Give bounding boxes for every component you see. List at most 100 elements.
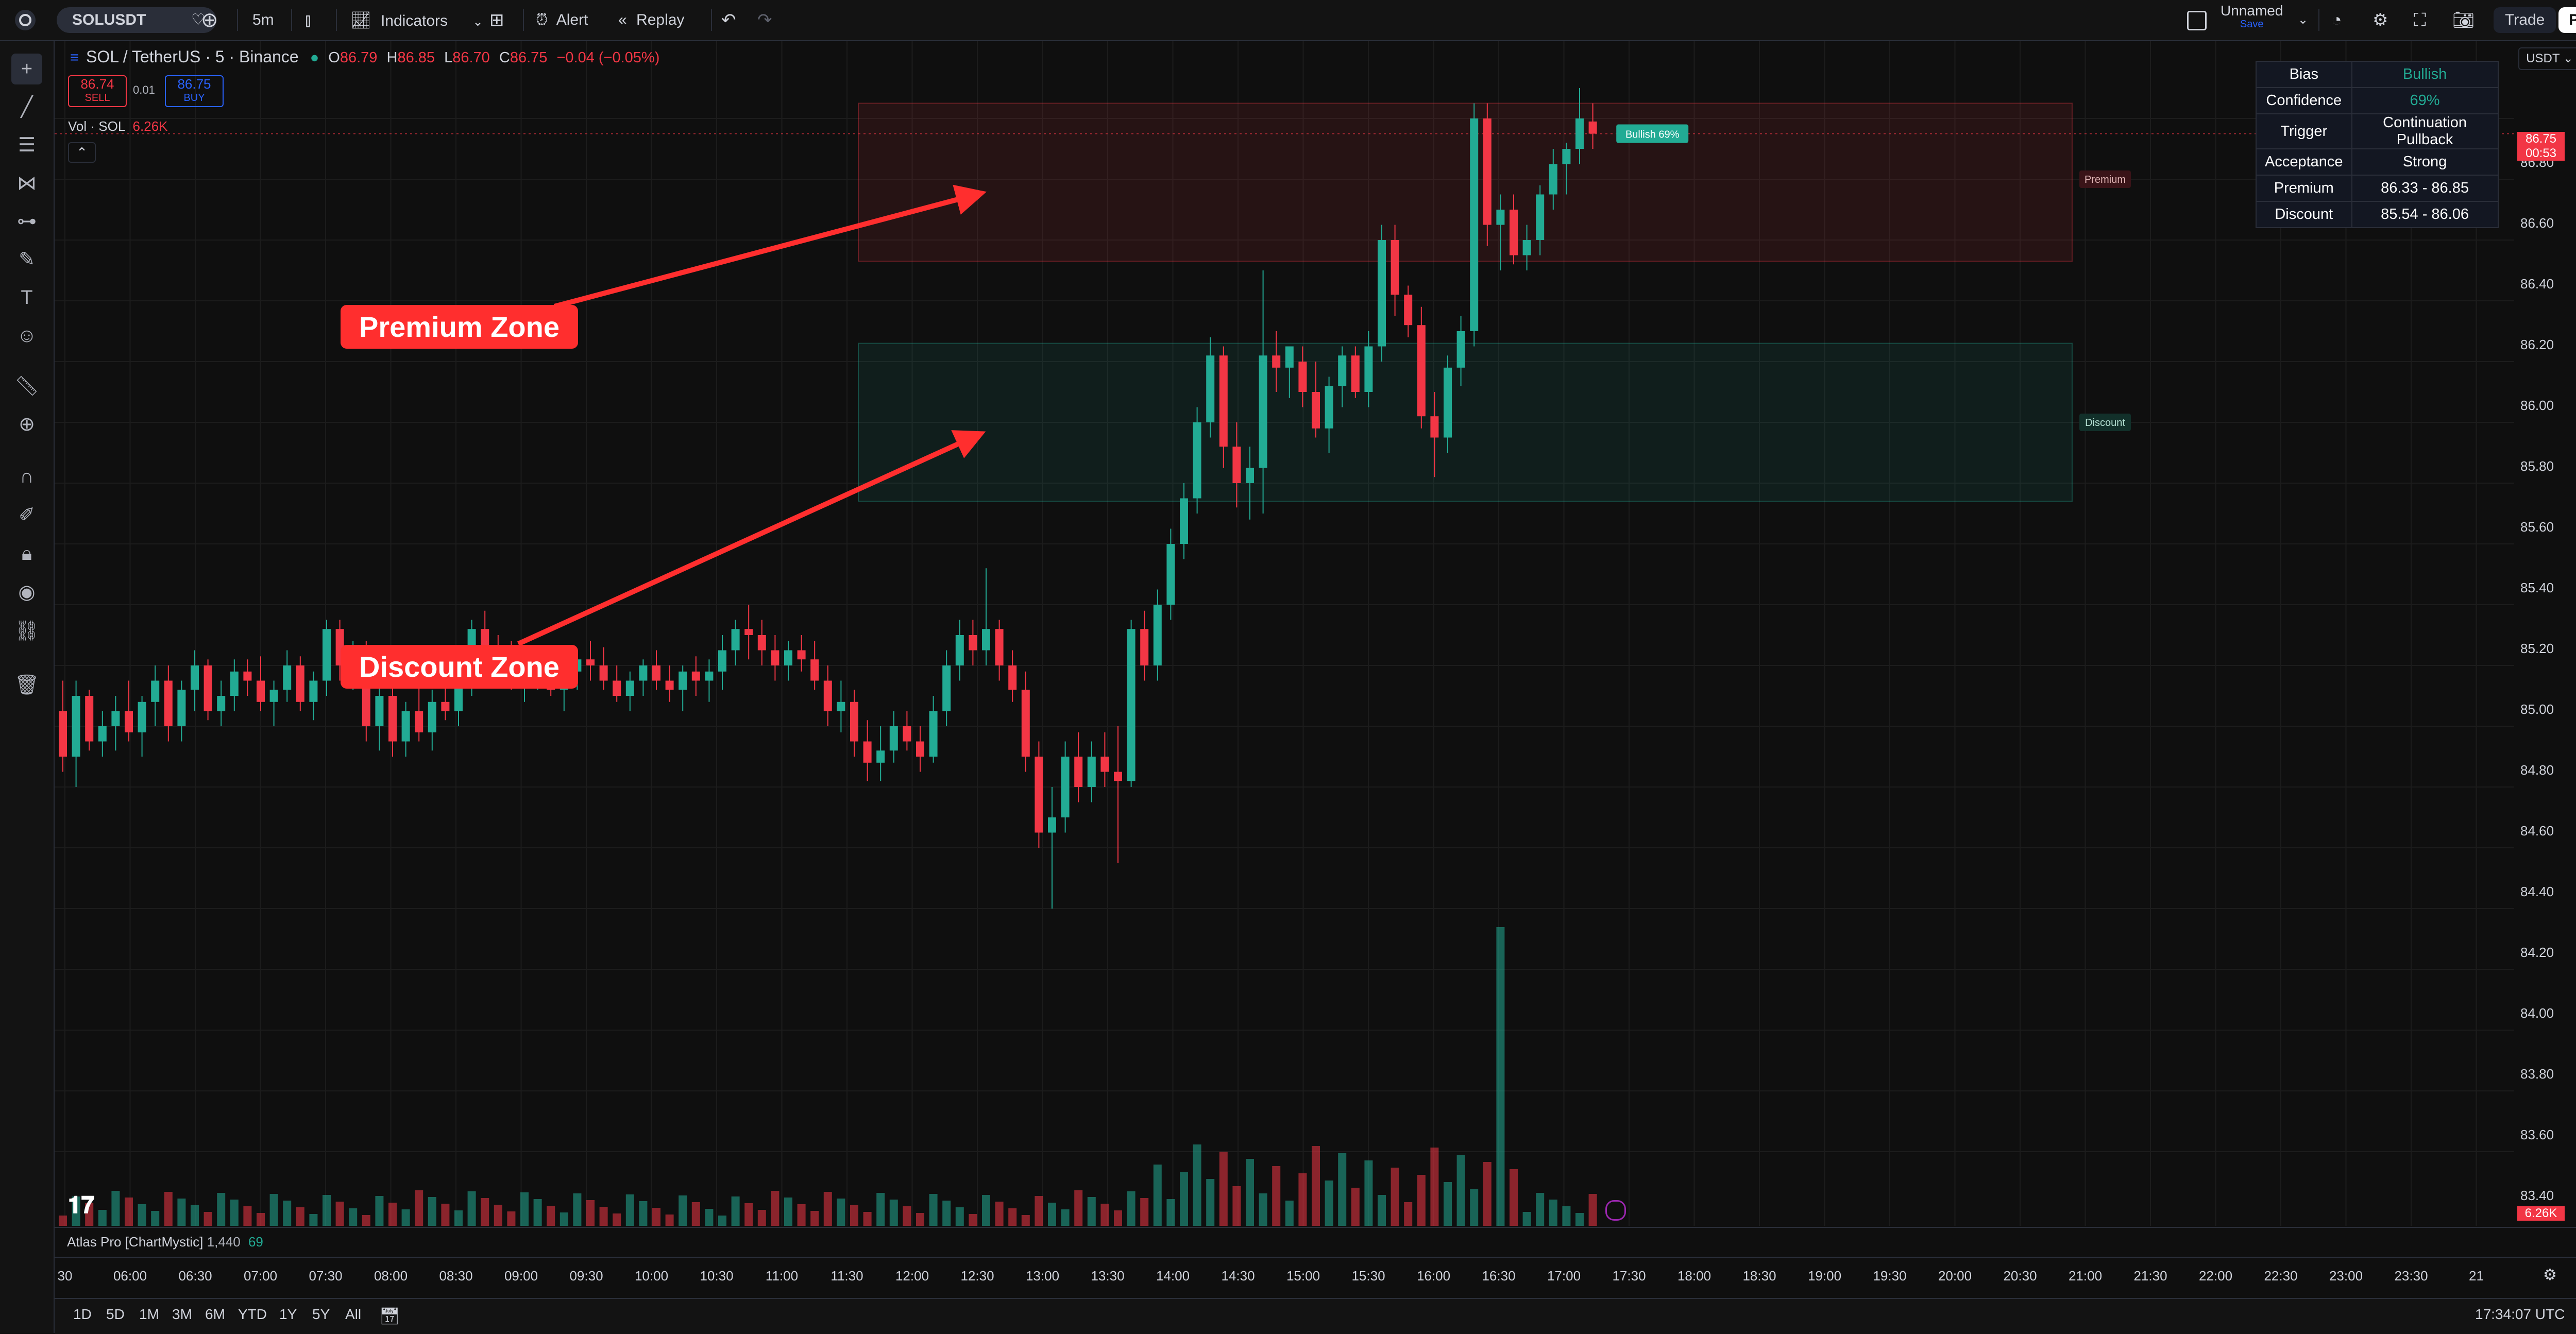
volume-bar — [1404, 1202, 1413, 1226]
info-row: Acceptance Strong — [2256, 148, 2499, 176]
candle-body — [98, 726, 107, 742]
fib-retracement-icon[interactable]: ☰ — [11, 130, 42, 161]
chevron-down-icon[interactable]: ⌄ — [2298, 7, 2308, 33]
link-icon[interactable]: ⛓ — [11, 615, 42, 646]
layout-name: Unnamed — [2221, 3, 2283, 19]
volume-bar — [1522, 1212, 1531, 1226]
text-icon[interactable]: T — [11, 282, 42, 313]
emoji-icon[interactable]: ☺ — [11, 320, 42, 351]
alert-button[interactable]: ⏰︎ Alert — [536, 7, 588, 33]
price-tick: 86.60 — [2520, 215, 2554, 231]
candle-body — [1232, 447, 1241, 483]
info-value: 86.33 - 86.85 — [2351, 175, 2499, 202]
pattern-icon[interactable]: ⋈ — [11, 168, 42, 199]
date-range-icon[interactable]: 📅︎ — [379, 1306, 400, 1326]
trash-icon[interactable]: 🗑︎ — [11, 670, 42, 700]
utc-clock[interactable]: 17:34:07 UTC — [2475, 1306, 2565, 1323]
add-symbol-icon[interactable]: ⊕ — [201, 7, 218, 33]
indicators-button[interactable]: 📈︎ Indicators ⌄ — [350, 7, 483, 33]
volume-bar — [335, 1202, 344, 1226]
redo-icon[interactable]: ↷ — [757, 7, 772, 33]
stay-in-drawing-icon[interactable]: ✐ — [11, 500, 42, 531]
volume-bar — [269, 1194, 278, 1226]
volume-bar — [889, 1200, 898, 1226]
lock-icon[interactable]: 🔒︎ — [11, 538, 42, 569]
logo-icon[interactable] — [12, 7, 38, 33]
timeframe-1d[interactable]: 1D — [73, 1306, 92, 1323]
legend-menu-icon[interactable]: ≡ — [70, 49, 79, 66]
collapse-legend-icon[interactable]: ⌃ — [68, 142, 96, 163]
forecast-icon[interactable]: ⊶ — [11, 206, 42, 237]
price-chart[interactable]: PremiumDiscountBullish 69% — [55, 41, 2514, 1226]
volume-bar — [454, 1210, 463, 1226]
candle-body — [929, 711, 938, 757]
axis-settings-icon[interactable]: ⚙ — [2543, 1266, 2557, 1284]
templates-icon[interactable]: ⊞ — [489, 7, 504, 33]
timeframe-1y[interactable]: 1Y — [279, 1306, 297, 1323]
time-axis[interactable]: 30 06:00 06:30 07:00 07:30 08:00 08:30 09:00 09:… — [55, 1257, 2576, 1299]
candle-body — [1312, 392, 1320, 429]
crosshair-icon[interactable]: + — [11, 54, 42, 84]
eye-icon[interactable]: ◉ — [11, 577, 42, 608]
time-tick: 15:00 — [1286, 1268, 1320, 1284]
buy-button[interactable]: 86.75 BUY — [165, 75, 224, 107]
chevron-down-icon[interactable]: ⌄ — [472, 15, 483, 29]
indicator-name: Atlas Pro [ChartMystic] — [67, 1234, 204, 1250]
quick-search-icon[interactable]: ◔ — [2331, 7, 2342, 33]
candles-icon[interactable]: ⫾ — [305, 7, 311, 33]
volume-bar — [586, 1200, 595, 1226]
trade-button[interactable]: Trade — [2494, 7, 2556, 33]
ruler-icon[interactable]: 📏︎ — [11, 371, 42, 402]
timeframe-ytd[interactable]: YTD — [238, 1306, 267, 1323]
candle-body — [599, 665, 608, 681]
price-tick: 83.40 — [2520, 1188, 2554, 1203]
candle-body — [375, 696, 384, 726]
camera-icon[interactable]: 📷︎ — [2452, 7, 2475, 33]
candle-body — [269, 690, 278, 702]
replay-button[interactable]: « Replay — [618, 7, 684, 33]
zoom-in-icon[interactable]: ⊕ — [11, 409, 42, 440]
sell-button[interactable]: 86.74 SELL — [68, 75, 127, 107]
time-tick: 06:00 — [113, 1268, 147, 1284]
price-axis[interactable]: USDT ⌄ 86.80 86.60 86.40 86.20 86.00 85.80 85.… — [2514, 41, 2576, 1226]
interval-button[interactable]: 5m — [252, 7, 274, 33]
timeframe-5y[interactable]: 5Y — [312, 1306, 330, 1323]
candle-body — [1364, 346, 1373, 392]
candle-body — [1338, 355, 1347, 386]
publish-button[interactable]: Publish — [2558, 7, 2576, 33]
currency-label: USDT — [2526, 52, 2560, 65]
volume-bar — [1456, 1155, 1465, 1226]
settings-icon[interactable]: ⚙ — [2372, 7, 2388, 33]
sell-price: 86.74 — [80, 76, 114, 92]
currency-select[interactable]: USDT ⌄ — [2518, 47, 2576, 70]
chart-pane[interactable]: Premium Discount Bullish 69% ≡ SOL / Tethe… — [55, 41, 2524, 1226]
timeframe-5d[interactable]: 5D — [106, 1306, 125, 1323]
symbol-search[interactable]: SOLUSDT ♡ — [57, 7, 216, 33]
time-tick: 14:30 — [1221, 1268, 1255, 1284]
trend-line-icon[interactable]: ╱ — [11, 92, 42, 123]
undo-icon[interactable]: ↶ — [721, 7, 736, 33]
indicator-legend[interactable]: Atlas Pro [ChartMystic] 1,440 69 — [67, 1234, 263, 1250]
volume-bar — [1272, 1166, 1281, 1226]
lightning-icon[interactable] — [1605, 1200, 1626, 1221]
candle-body — [1483, 118, 1492, 225]
price-tick: 84.40 — [2520, 884, 2554, 899]
volume-bar — [1140, 1198, 1149, 1226]
fullscreen-icon[interactable]: ⛶ — [2414, 7, 2426, 33]
candle-body — [428, 702, 436, 732]
candle-body — [625, 680, 634, 696]
timeframe-all[interactable]: All — [345, 1306, 361, 1323]
chevron-down-icon: ⌄ — [2563, 52, 2573, 65]
magnet-icon[interactable]: ∩ — [11, 461, 42, 492]
layout-icon[interactable] — [2187, 7, 2207, 33]
timeframe-3m[interactable]: 3M — [172, 1306, 192, 1323]
volume-bar — [217, 1193, 226, 1226]
tradingview-logo[interactable]: 𝟏𝟕 — [68, 1191, 94, 1220]
layout-name-button[interactable]: Unnamed Save — [2221, 4, 2283, 30]
timeframe-1m[interactable]: 1M — [139, 1306, 159, 1323]
timeframe-6m[interactable]: 6M — [205, 1306, 225, 1323]
candle-body — [982, 629, 990, 651]
brush-icon[interactable]: ✎ — [11, 244, 42, 275]
symbol-title[interactable]: SOL / TetherUS · 5 · Binance — [86, 47, 299, 66]
candle-body — [177, 690, 186, 726]
